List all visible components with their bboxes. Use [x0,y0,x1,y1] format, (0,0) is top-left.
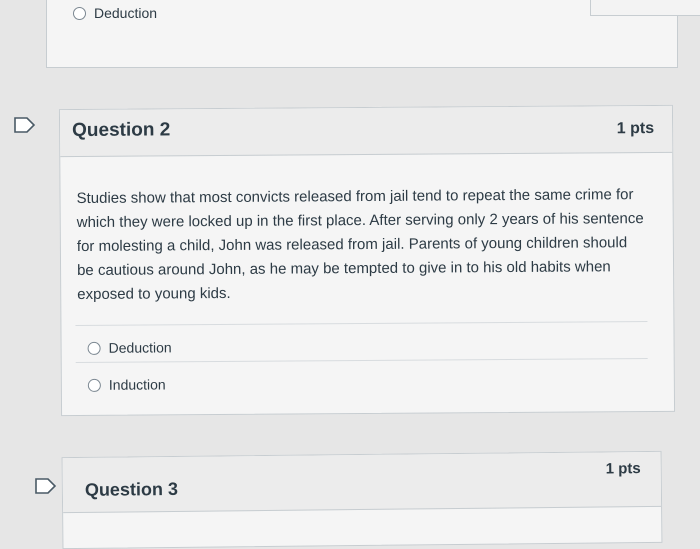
previous-question-card: Deduction [46,0,678,68]
answer-option-deduction-prev[interactable]: Deduction [73,5,157,21]
answer-label: Induction [108,376,166,393]
question-header: Question 2 1 pts [59,105,673,158]
question-3-card: Question 3 1 pts [61,450,663,549]
question-points: 1 pts [605,460,641,478]
answers-divider [75,321,648,327]
flag-question-icon[interactable] [14,117,36,133]
question-title: Question 2 [72,119,171,142]
answer-option-induction[interactable]: Induction [87,376,166,393]
question-points: 1 pts [616,119,655,138]
answer-divider [75,358,648,364]
question-2-card: Question 2 1 pts Studies show that most … [58,104,676,417]
answer-label: Deduction [94,5,158,21]
answer-option-deduction[interactable]: Deduction [87,339,172,356]
top-right-panel [590,0,700,16]
answer-label: Deduction [108,339,172,356]
flag-question-icon[interactable] [35,478,57,494]
radio-button[interactable] [87,341,101,355]
question-text: Studies show that most convicts released… [76,186,644,304]
question-title: Question 3 [84,478,178,500]
radio-button[interactable] [73,6,86,20]
radio-button[interactable] [87,378,101,392]
question-header: Question 3 1 pts [62,451,662,514]
